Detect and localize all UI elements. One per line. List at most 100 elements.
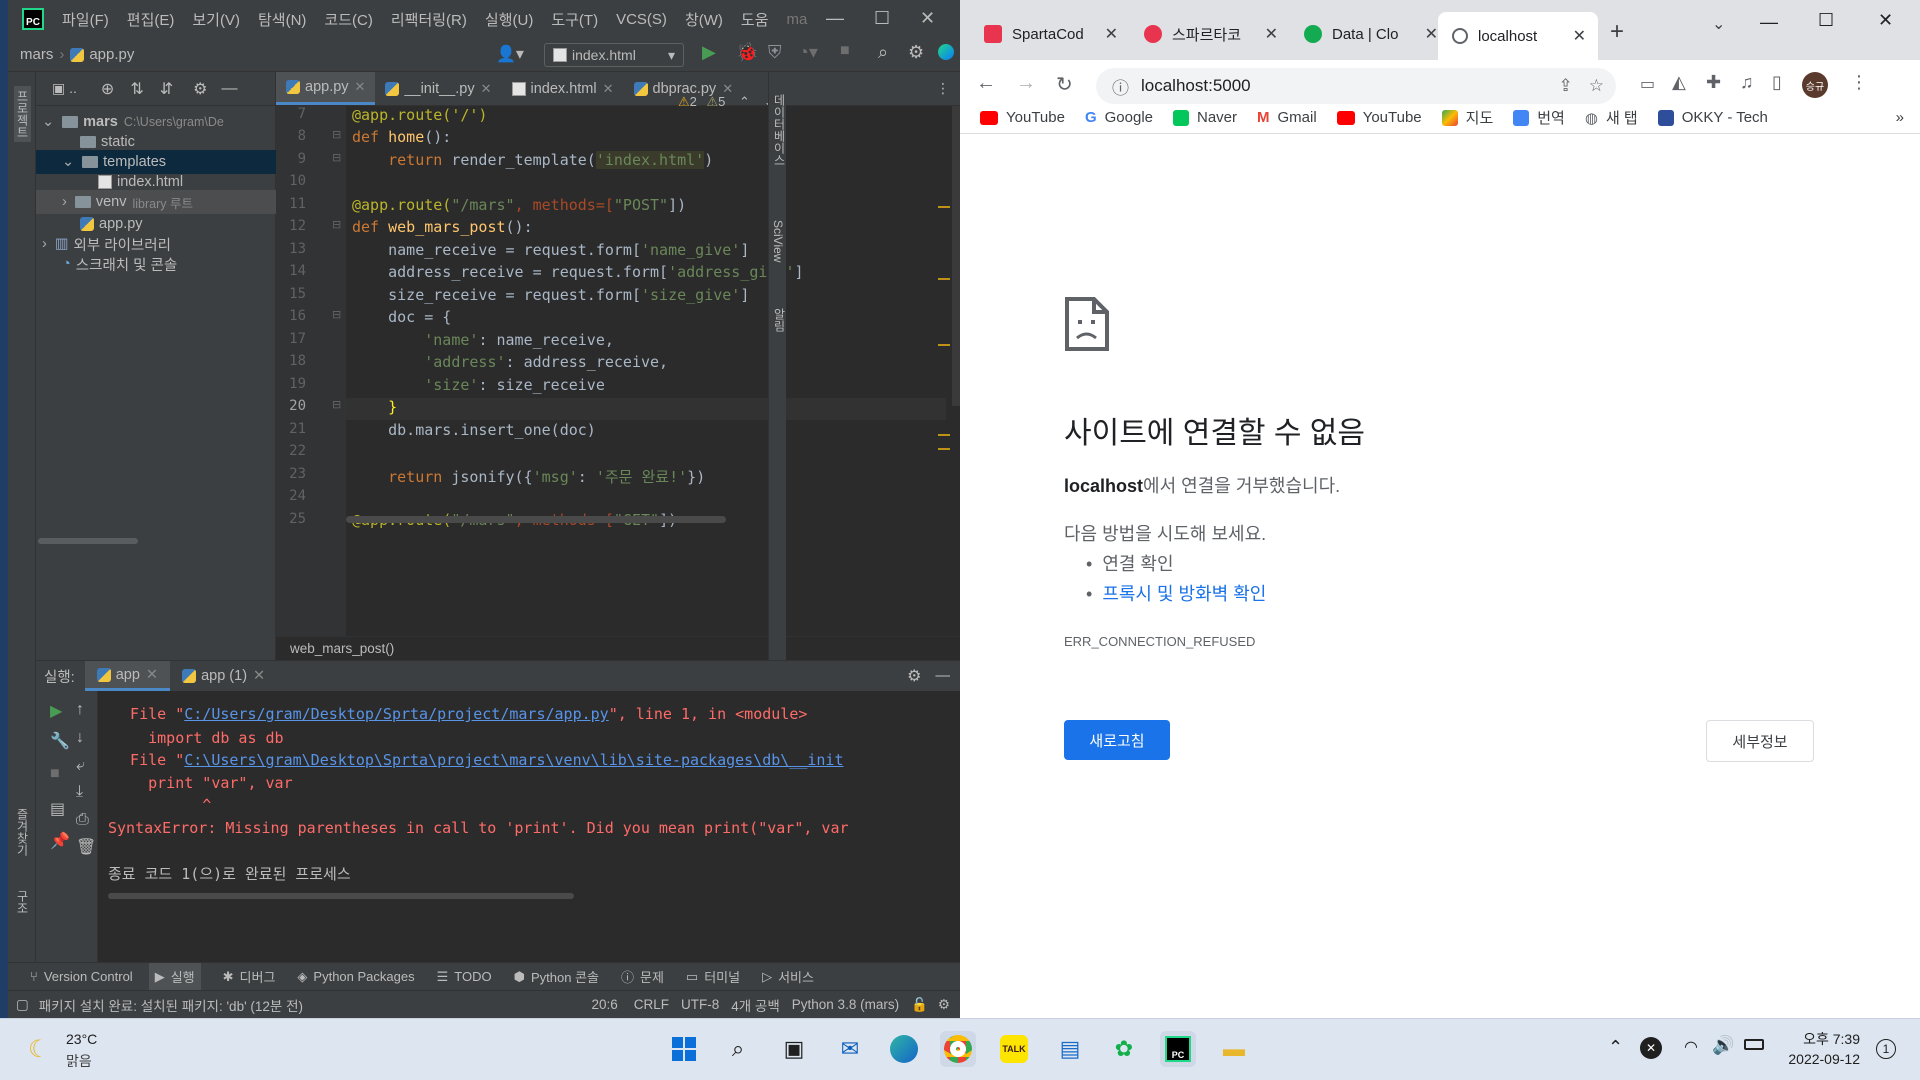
menu-code[interactable]: 코드(C) bbox=[324, 9, 372, 30]
media-icon[interactable]: ♫ bbox=[1740, 72, 1754, 93]
pycharm-taskbar-icon[interactable]: PC bbox=[1160, 1031, 1196, 1067]
file-explorer-icon[interactable]: ▬ bbox=[1216, 1031, 1252, 1067]
fold-icon[interactable]: ⊟ bbox=[332, 128, 341, 141]
bookmark-google[interactable]: G Google bbox=[1085, 109, 1153, 126]
bookmark-star-icon[interactable]: ☆ bbox=[1589, 76, 1604, 96]
stop-icon[interactable]: ■ bbox=[50, 765, 60, 783]
tool-tab-structure[interactable]: 구조 bbox=[14, 890, 31, 914]
more-tabs-icon[interactable]: ⋮ bbox=[936, 80, 950, 97]
menu-refactor[interactable]: 리팩터링(R) bbox=[391, 9, 467, 30]
caret-position[interactable]: 20:6 bbox=[591, 997, 617, 1012]
editor-tab-init-py[interactable]: __init__.py ✕ bbox=[375, 72, 501, 105]
notification-badge[interactable]: 1 bbox=[1876, 1039, 1896, 1059]
close-circle-icon[interactable]: ✕ bbox=[1640, 1037, 1662, 1059]
warning-stripe[interactable] bbox=[938, 278, 950, 280]
fold-icon[interactable]: ⊟ bbox=[332, 218, 341, 231]
scroll-down-icon[interactable]: ↓ bbox=[76, 729, 84, 747]
stop-icon[interactable]: ■ bbox=[840, 42, 850, 60]
details-button[interactable]: 세부정보 bbox=[1706, 720, 1814, 762]
warning-stripe[interactable] bbox=[938, 434, 950, 436]
tool-tab-bookmarks[interactable]: 즐겨찾기 bbox=[14, 808, 31, 856]
fold-icon[interactable]: ⊟ bbox=[332, 398, 341, 411]
tool-tab-debug[interactable]: ✱ 디버그 bbox=[223, 967, 276, 986]
pin-icon[interactable]: 📌 bbox=[50, 831, 70, 851]
line-separator[interactable]: CRLF bbox=[634, 997, 669, 1012]
tool-tab-services[interactable]: ▷ 서비스 bbox=[762, 967, 814, 986]
forward-icon[interactable]: → bbox=[1016, 72, 1036, 95]
scroll-to-end-icon[interactable]: ⤓ bbox=[76, 783, 83, 801]
side-panel-icon[interactable]: ▯ bbox=[1772, 72, 1782, 93]
close-tab-icon[interactable]: ✕ bbox=[146, 667, 158, 683]
tool-tab-run[interactable]: ▶ 실행 bbox=[148, 963, 201, 990]
menu-run[interactable]: 실행(U) bbox=[485, 9, 533, 30]
console-file-link[interactable]: C:/Users/gram/Desktop/Sprta/project/mars… bbox=[184, 705, 608, 723]
editor-tab-app-py[interactable]: app.py ✕ bbox=[276, 72, 376, 105]
console-horizontal-scrollbar[interactable] bbox=[108, 893, 574, 899]
tool-tab-sciview[interactable]: SciView bbox=[771, 220, 785, 262]
expand-all-icon[interactable]: ⇅ bbox=[130, 79, 143, 99]
layout-icon[interactable]: ▤ bbox=[50, 799, 65, 819]
menu-edit[interactable]: 편집(E) bbox=[127, 9, 175, 30]
jetbrains-toolbox-icon[interactable] bbox=[938, 44, 954, 60]
print-icon[interactable]: ⎙ bbox=[76, 811, 89, 829]
tool-tab-version-control[interactable]: ⑂ Version Control bbox=[30, 969, 133, 984]
account-icon[interactable]: 👤▾ bbox=[496, 44, 524, 64]
bookmark-okky[interactable]: OKKY - Tech bbox=[1657, 109, 1768, 126]
indent-setting[interactable]: 4개 공백 bbox=[731, 995, 780, 1015]
bookmark-translate[interactable]: 번역 bbox=[1513, 107, 1565, 128]
menu-window[interactable]: 창(W) bbox=[685, 9, 723, 30]
run-icon[interactable]: ▶ bbox=[702, 42, 716, 63]
settings-icon[interactable]: ⚙ bbox=[908, 42, 924, 63]
status-message[interactable]: 패키지 설치 완료: 설치된 패키지: 'db' (12분 전) bbox=[39, 995, 303, 1015]
maximize-icon[interactable]: ☐ bbox=[874, 8, 890, 29]
trash-icon[interactable]: 🗑 bbox=[76, 837, 96, 857]
editor-breadcrumb[interactable]: web_mars_post() bbox=[276, 636, 960, 660]
bookmark-gmail[interactable]: M Gmail bbox=[1257, 109, 1317, 126]
collapse-all-icon[interactable]: ⇵ bbox=[160, 79, 173, 99]
horizontal-scrollbar[interactable] bbox=[38, 538, 138, 544]
tool-tab-database[interactable]: 데이터베이스 bbox=[771, 94, 788, 166]
run-tab-app-1[interactable]: app (1) ✕ bbox=[170, 661, 277, 691]
wrench-icon[interactable]: 🔧 bbox=[50, 731, 70, 751]
menu-view[interactable]: 보기(V) bbox=[192, 9, 240, 30]
address-bar[interactable]: ⓘ localhost:5000 ⇪ ☆ bbox=[1096, 68, 1616, 104]
close-icon[interactable]: ✕ bbox=[1878, 10, 1893, 31]
close-tab-icon[interactable]: ✕ bbox=[603, 81, 614, 97]
run-configuration-select[interactable]: index.html ▾ bbox=[544, 43, 684, 67]
maximize-icon[interactable]: ☐ bbox=[1818, 10, 1834, 31]
menu-tools[interactable]: 도구(T) bbox=[551, 9, 598, 30]
new-tab-icon[interactable]: + bbox=[1610, 18, 1624, 46]
weather-temp[interactable]: 23°C bbox=[66, 1031, 97, 1047]
event-log-icon[interactable]: ⚙ bbox=[938, 997, 950, 1013]
chevron-up-icon[interactable]: ⌃ bbox=[1608, 1037, 1623, 1058]
search-icon[interactable]: ⌕ bbox=[720, 1031, 756, 1067]
browser-tab-mongodb[interactable]: Data | Clo ✕ bbox=[1290, 16, 1450, 52]
tool-tab-python-packages[interactable]: ◈ Python Packages bbox=[297, 969, 414, 985]
bookmark-naver[interactable]: Naver bbox=[1173, 109, 1237, 126]
bookmark-maps[interactable]: 지도 bbox=[1441, 107, 1493, 128]
browser-tab-spartacoding[interactable]: SpartaCod ✕ bbox=[970, 16, 1130, 52]
lock-icon[interactable]: 🔓 bbox=[911, 997, 928, 1013]
cast-icon[interactable]: ▭ bbox=[1640, 74, 1655, 94]
info-icon[interactable]: ⓘ bbox=[1112, 74, 1129, 99]
hide-panel-icon[interactable]: — bbox=[221, 80, 237, 98]
notepad-icon[interactable]: ▤ bbox=[1052, 1031, 1088, 1067]
locate-file-icon[interactable]: ⊕ bbox=[101, 79, 114, 99]
python-interpreter[interactable]: Python 3.8 (mars) bbox=[792, 997, 899, 1012]
share-icon[interactable]: ⇪ bbox=[1559, 76, 1573, 96]
minimize-icon[interactable]: — bbox=[1760, 12, 1778, 33]
menu-file[interactable]: 파일(F) bbox=[62, 9, 109, 30]
panel-toggle-icon[interactable]: ▢ bbox=[16, 997, 29, 1013]
chrome-icon[interactable] bbox=[940, 1031, 976, 1067]
close-tab-icon[interactable]: ✕ bbox=[1573, 26, 1586, 46]
editor-horizontal-scrollbar[interactable] bbox=[346, 516, 726, 523]
url-text[interactable]: localhost:5000 bbox=[1141, 76, 1251, 96]
tree-item-venv[interactable]: › venv library 루트 bbox=[36, 190, 276, 214]
file-encoding[interactable]: UTF-8 bbox=[681, 997, 719, 1012]
fold-icon[interactable]: ⊟ bbox=[332, 151, 341, 164]
close-tab-icon[interactable]: ✕ bbox=[481, 81, 492, 97]
run-tab-app[interactable]: app ✕ bbox=[84, 661, 171, 691]
reload-button[interactable]: 새로고침 bbox=[1064, 720, 1170, 760]
menu-navigate[interactable]: 탐색(N) bbox=[258, 9, 306, 30]
bookmark-youtube-2[interactable]: YouTube bbox=[1336, 109, 1422, 126]
